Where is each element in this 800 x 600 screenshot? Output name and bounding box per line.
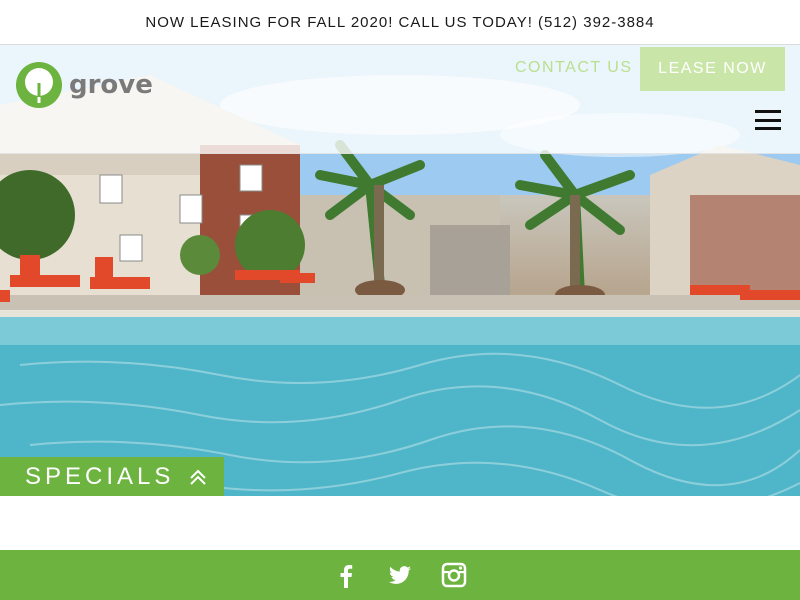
specials-label: SPECIALS <box>25 462 175 490</box>
logo-text: grove <box>69 70 153 100</box>
facebook-icon[interactable] <box>333 562 359 588</box>
site-header: grove CONTACT US LEASE NOW <box>0 45 800 154</box>
logo-tree-icon <box>16 62 62 108</box>
announcement-text: NOW LEASING FOR FALL 2020! CALL US TODAY… <box>145 13 655 31</box>
twitter-icon[interactable] <box>387 562 413 588</box>
specials-tab[interactable]: SPECIALS <box>0 457 224 496</box>
logo[interactable]: grove <box>15 61 153 109</box>
hamburger-line <box>755 118 781 122</box>
announcement-bar: NOW LEASING FOR FALL 2020! CALL US TODAY… <box>0 0 800 45</box>
contact-us-link[interactable]: CONTACT US <box>515 59 633 77</box>
double-chevron-up-icon <box>190 469 207 485</box>
hamburger-line <box>755 127 781 130</box>
social-footer <box>0 550 800 600</box>
hamburger-line <box>755 110 781 113</box>
instagram-icon[interactable] <box>441 562 467 588</box>
lease-now-button[interactable]: LEASE NOW <box>640 47 785 91</box>
menu-hamburger-icon[interactable] <box>755 110 781 130</box>
